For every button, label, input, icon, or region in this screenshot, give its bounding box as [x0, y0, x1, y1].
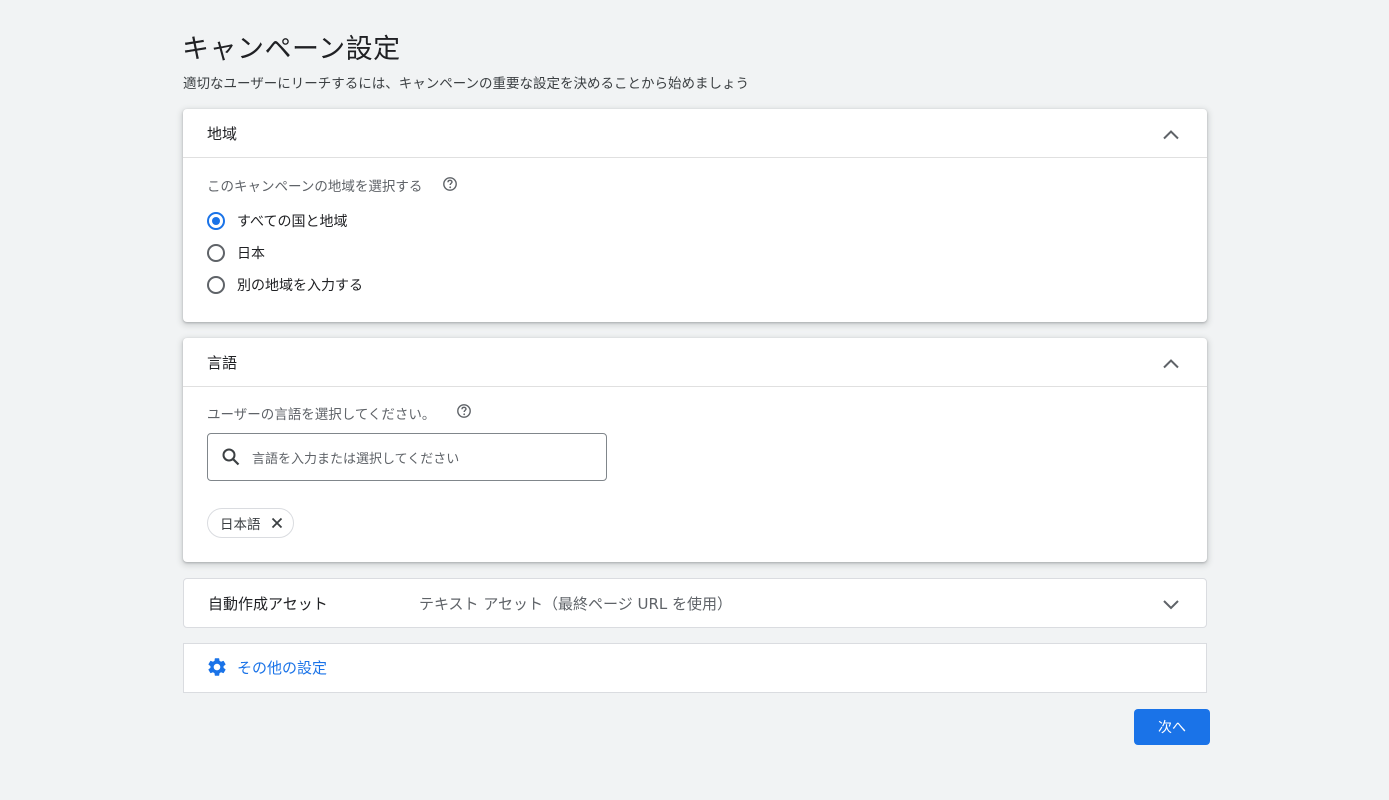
help-icon[interactable] — [456, 403, 472, 419]
radio-label: すべての国と地域 — [237, 214, 348, 230]
radio-button[interactable] — [207, 212, 225, 230]
location-option-all[interactable]: すべての国と地域 — [207, 209, 347, 233]
page-title: キャンペーン設定 — [182, 34, 401, 65]
location-label: このキャンペーンの地域を選択する — [207, 179, 423, 195]
chevron-up-icon[interactable] — [1161, 354, 1181, 374]
next-button[interactable]: 次へ — [1134, 709, 1210, 745]
location-title: 地域 — [207, 125, 238, 143]
help-icon[interactable] — [442, 176, 458, 192]
radio-label: 別の地域を入力する — [237, 278, 363, 294]
location-option-custom[interactable]: 別の地域を入力する — [207, 273, 363, 297]
assets-row[interactable]: 自動作成アセット テキスト アセット（最終ページ URL を使用） — [183, 578, 1207, 628]
language-search-input[interactable] — [250, 446, 594, 472]
assets-value: テキスト アセット（最終ページ URL を使用） — [419, 595, 733, 613]
close-icon[interactable] — [269, 515, 285, 531]
language-card-header[interactable]: 言語 — [183, 338, 1207, 387]
language-title: 言語 — [207, 354, 238, 372]
location-option-japan[interactable]: 日本 — [207, 241, 265, 265]
radio-button[interactable] — [207, 276, 225, 294]
search-icon — [222, 448, 240, 466]
chevron-down-icon[interactable] — [1161, 594, 1181, 614]
other-settings-row: その他の設定 — [183, 643, 1207, 693]
chip-label: 日本語 — [220, 517, 261, 533]
other-settings-link[interactable]: その他の設定 — [206, 656, 327, 678]
language-search-field[interactable] — [207, 433, 607, 481]
location-card-header[interactable]: 地域 — [183, 109, 1207, 158]
page-subtitle: 適切なユーザーにリーチするには、キャンペーンの重要な設定を決めることから始めまし… — [183, 76, 750, 92]
assets-title: 自動作成アセット — [208, 595, 328, 613]
language-chip: 日本語 — [207, 508, 294, 538]
gear-icon — [208, 658, 226, 676]
language-label: ユーザーの言語を選択してください。 — [207, 407, 436, 423]
other-settings-label: その他の設定 — [237, 658, 328, 677]
location-card: 地域 このキャンペーンの地域を選択する すべての国と地域 日本 別の地域を入力す… — [183, 109, 1207, 322]
radio-label: 日本 — [237, 246, 265, 262]
chevron-up-icon[interactable] — [1161, 125, 1181, 145]
language-card: 言語 ユーザーの言語を選択してください。 日本語 — [183, 338, 1207, 562]
radio-button[interactable] — [207, 244, 225, 262]
